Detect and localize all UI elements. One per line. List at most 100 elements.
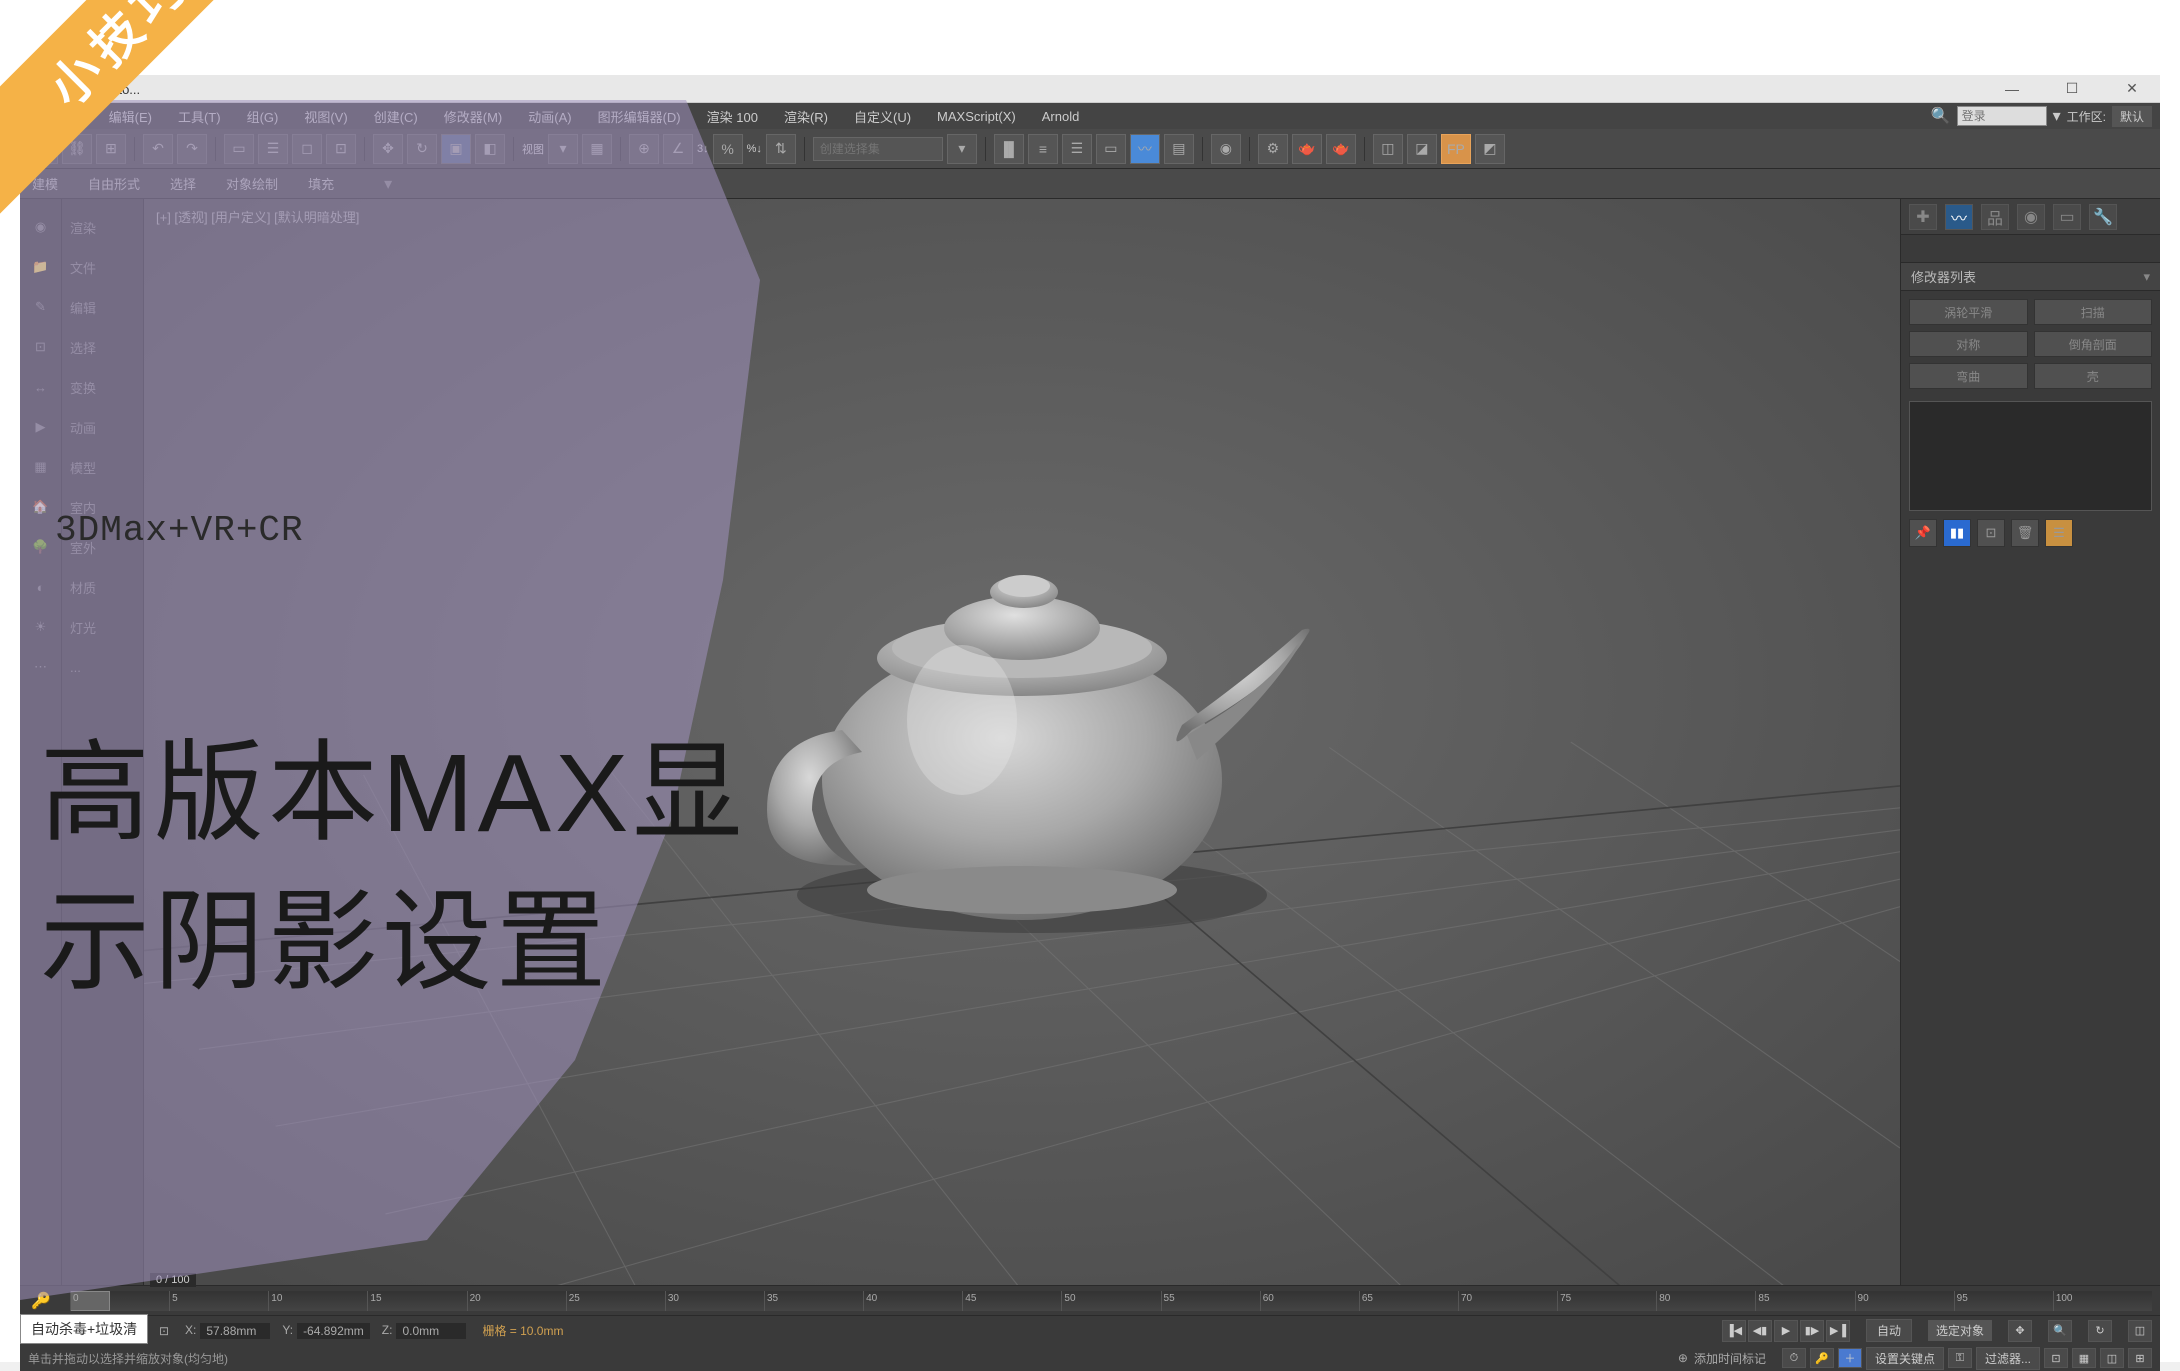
ribbon-selection[interactable]: 选择	[170, 174, 196, 193]
show-end-result-icon[interactable]: ▮▮	[1943, 519, 1971, 547]
menu-group[interactable]: 组(G)	[235, 104, 291, 129]
nav-zoom-icon[interactable]: 🔍	[2048, 1320, 2072, 1342]
menu-maxscript[interactable]: MAXScript(X)	[925, 106, 1028, 127]
lp-light[interactable]: 灯光	[62, 607, 143, 647]
create-tab-icon[interactable]: ✚	[1909, 204, 1937, 230]
use-pivot-icon[interactable]: ▦	[582, 134, 612, 164]
key-filters-icon[interactable]: ⚿	[1948, 1348, 1972, 1368]
make-unique-icon[interactable]: ⊡	[1977, 519, 2005, 547]
render-frame-icon[interactable]: 🫖	[1292, 134, 1322, 164]
nav-maximize-icon[interactable]: ◫	[2100, 1348, 2124, 1368]
goto-start-icon[interactable]: ▐◀	[1722, 1320, 1746, 1342]
toggle-ribbon-icon[interactable]: ▭	[1096, 134, 1126, 164]
prev-frame-icon[interactable]: ◀▮	[1748, 1320, 1772, 1342]
select-icon[interactable]: ▭	[224, 134, 254, 164]
menu-rendering[interactable]: 渲染(R)	[772, 104, 840, 129]
placement-icon[interactable]: ◧	[475, 134, 505, 164]
bind-tool-icon[interactable]: ⊞	[96, 134, 126, 164]
timeline[interactable]: 🔑 0 / 100 0 5 10 15 20 25 30 35 40 45 50…	[20, 1285, 2160, 1315]
material-editor-icon[interactable]: ◉	[1211, 134, 1241, 164]
ref-coord-dropdown-icon[interactable]: ▾	[548, 134, 578, 164]
key-filters[interactable]: 选定对象	[1928, 1320, 1992, 1341]
add-marker-label[interactable]: 添加时间标记	[1694, 1350, 1766, 1367]
lp-anim[interactable]: 动画	[62, 407, 143, 447]
menu-animation[interactable]: 动画(A)	[516, 104, 583, 129]
lp-select[interactable]: 选择	[62, 327, 143, 367]
utilities-tab-icon[interactable]: 🔧	[2089, 204, 2117, 230]
selection-set-dropdown-icon[interactable]: ▾	[947, 134, 977, 164]
play-icon[interactable]: ▶	[1774, 1320, 1798, 1342]
align-icon[interactable]: ≡	[1028, 134, 1058, 164]
nav-orbit-icon[interactable]: ↻	[2088, 1320, 2112, 1342]
time-config-icon[interactable]: 🔑	[20, 1291, 62, 1311]
menu-arnold[interactable]: Arnold	[1030, 106, 1092, 127]
modifier-stack[interactable]	[1909, 401, 2152, 511]
redo-icon[interactable]: ↷	[177, 134, 207, 164]
snap-toggle-icon[interactable]: ⊕	[629, 134, 659, 164]
hierarchy-tab-icon[interactable]: 品	[1981, 204, 2009, 230]
side-icon-12[interactable]: ⋯	[20, 647, 61, 687]
side-icon-7[interactable]: ▦	[20, 447, 61, 487]
set-key-plus-icon[interactable]: ＋	[1838, 1348, 1862, 1368]
lp-model[interactable]: 模型	[62, 447, 143, 487]
menu-render100[interactable]: 渲染 100	[695, 104, 770, 129]
display-tab-icon[interactable]: ▭	[2053, 204, 2081, 230]
nav-fov-icon[interactable]: ◫	[2128, 1320, 2152, 1342]
time-slider[interactable]: 0 / 100 0 5 10 15 20 25 30 35 40 45 50 5…	[70, 1291, 2152, 1311]
minimize-button[interactable]: —	[1992, 77, 2032, 101]
motion-tab-icon[interactable]: ◉	[2017, 204, 2045, 230]
side-icon-5[interactable]: ↔	[20, 367, 61, 407]
workspace-value[interactable]: 默认	[2112, 106, 2152, 127]
nav-region-icon[interactable]: ⊞	[2128, 1348, 2152, 1368]
mod-turbosmooth[interactable]: 涡轮平滑	[1909, 299, 2028, 325]
nav-zoom-all-icon[interactable]: ▦	[2072, 1348, 2096, 1368]
render-icon[interactable]: 🫖	[1326, 134, 1356, 164]
plugin-icon-3[interactable]: ◩	[1475, 134, 1505, 164]
nav-zoom-ext-icon[interactable]: ⊡	[2044, 1348, 2068, 1368]
next-frame-icon[interactable]: ▮▶	[1800, 1320, 1824, 1342]
key-mode-icon[interactable]: 🔑	[1810, 1348, 1834, 1368]
curve-editor-icon[interactable]: 〰	[1130, 134, 1160, 164]
rotate-icon[interactable]: ↻	[407, 134, 437, 164]
viewport-label[interactable]: [+] [透视] [用户定义] [默认明暗处理]	[156, 207, 359, 226]
select-region-icon[interactable]: ◻	[292, 134, 322, 164]
side-icon-6[interactable]: ▶	[20, 407, 61, 447]
lp-file[interactable]: 文件	[62, 247, 143, 287]
lp-transform[interactable]: 变换	[62, 367, 143, 407]
menu-edit[interactable]: 编辑(E)	[97, 104, 164, 129]
side-icon-2[interactable]: 📁	[20, 247, 61, 287]
lp-render[interactable]: 渲染	[62, 207, 143, 247]
teapot-object[interactable]	[712, 500, 1332, 940]
selection-set-dropdown[interactable]	[813, 137, 943, 161]
add-marker-icon[interactable]: ⊕	[1678, 1351, 1688, 1365]
move-icon[interactable]: ✥	[373, 134, 403, 164]
maximize-button[interactable]: ☐	[2052, 77, 2092, 101]
side-icon-1[interactable]: ◉	[20, 207, 61, 247]
mod-chamfer[interactable]: 倒角剖面	[2034, 331, 2153, 357]
mod-sweep[interactable]: 扫描	[2034, 299, 2153, 325]
plugin-icon-1[interactable]: ◫	[1373, 134, 1403, 164]
modify-tab-icon[interactable]: 〰	[1945, 204, 1973, 230]
angle-snap-icon[interactable]: ∠	[663, 134, 693, 164]
time-config-icon[interactable]: ⏱	[1782, 1348, 1806, 1368]
mod-symmetry[interactable]: 对称	[1909, 331, 2028, 357]
lp-edit[interactable]: 编辑	[62, 287, 143, 327]
schematic-view-icon[interactable]: ▤	[1164, 134, 1194, 164]
ribbon-collapse-icon[interactable]: ▾	[384, 174, 392, 194]
x-value[interactable]: 57.88mm	[200, 1323, 270, 1339]
close-button[interactable]: ✕	[2112, 77, 2152, 101]
auto-key-button[interactable]: 自动	[1866, 1319, 1912, 1342]
mod-shell[interactable]: 壳	[2034, 363, 2153, 389]
menu-customize[interactable]: 自定义(U)	[842, 104, 923, 129]
scale-icon[interactable]: ▣	[441, 134, 471, 164]
z-value[interactable]: 0.0mm	[396, 1323, 466, 1339]
isolate-icon[interactable]: ⊡	[159, 1324, 169, 1338]
remove-modifier-icon[interactable]: 🗑	[2011, 519, 2039, 547]
percent-snap-icon[interactable]: %	[713, 134, 743, 164]
render-setup-icon[interactable]: ⚙	[1258, 134, 1288, 164]
menu-modifiers[interactable]: 修改器(M)	[432, 104, 515, 129]
mirror-icon[interactable]: ▐▌	[994, 134, 1024, 164]
modifier-list-dropdown[interactable]: 修改器列表 ▾	[1901, 263, 2160, 291]
lp-material[interactable]: 材质	[62, 567, 143, 607]
menu-graph-editors[interactable]: 图形编辑器(D)	[586, 104, 693, 129]
